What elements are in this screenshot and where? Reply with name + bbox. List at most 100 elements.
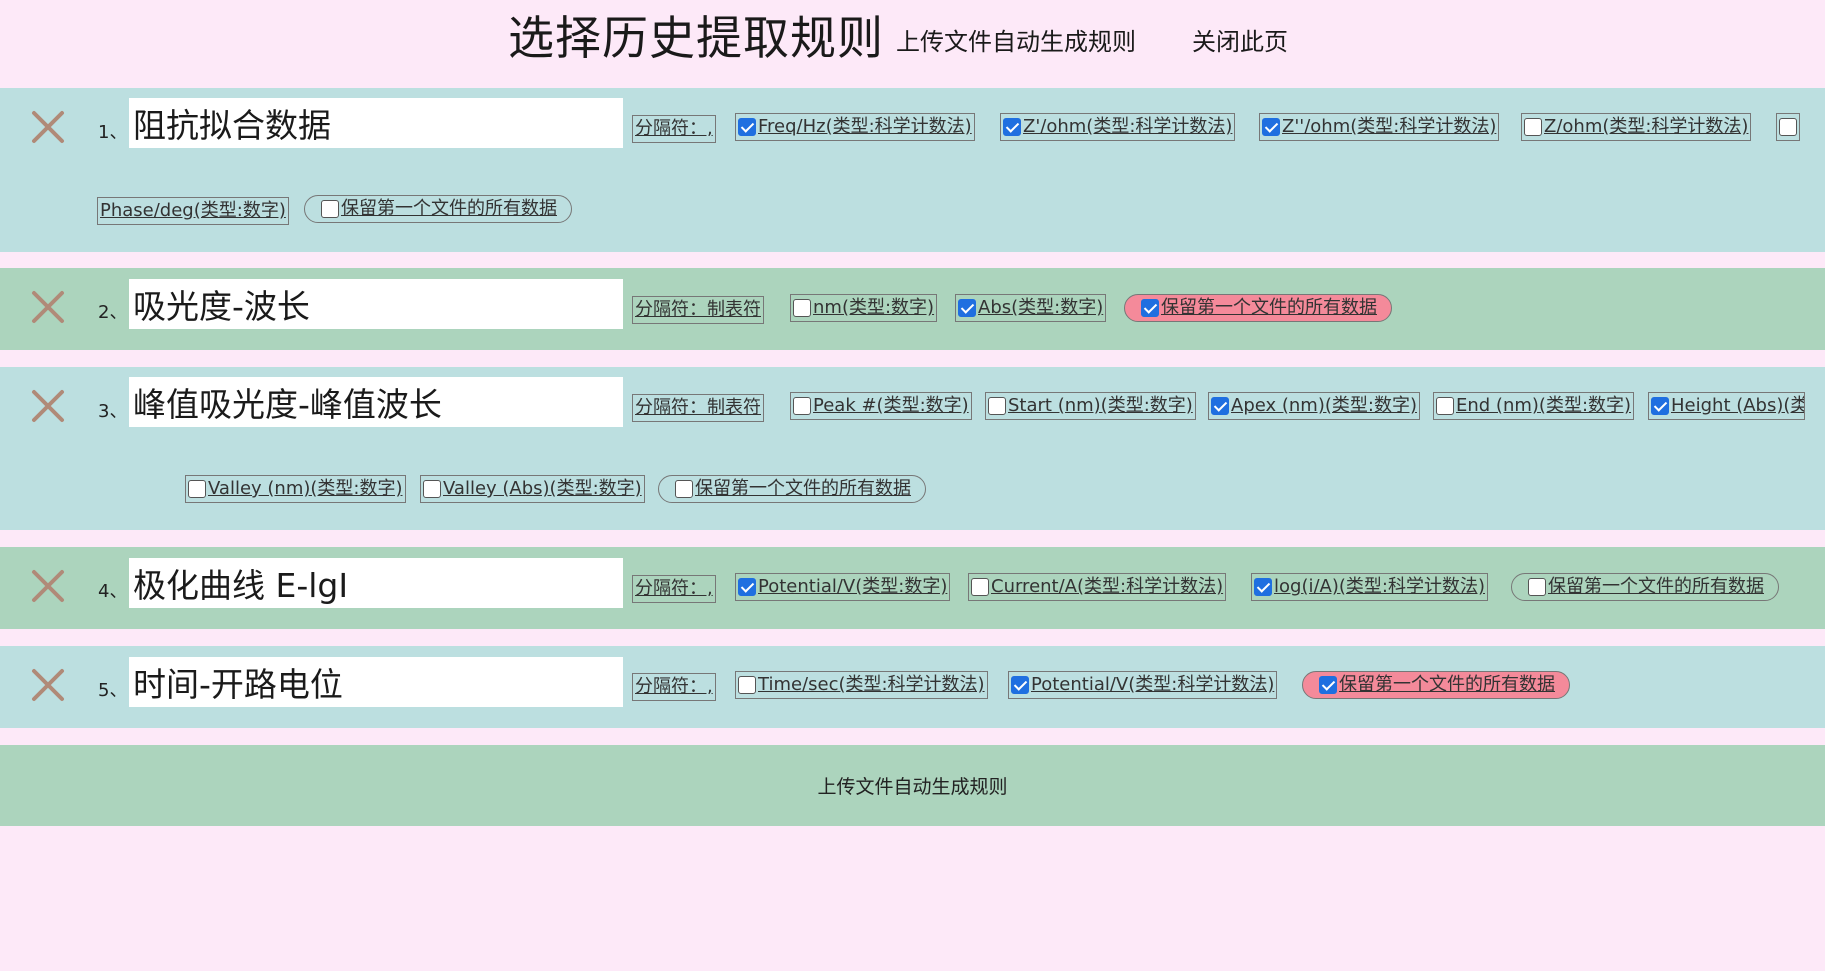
field-chip[interactable]: Z'/ohm(类型:科学计数法) [1000,113,1236,141]
checkbox[interactable] [1011,676,1029,694]
upload-auto-rule-label: 上传文件自动生成规则 [817,776,1008,798]
separator-label: 分隔符：, [635,118,713,139]
field-chip[interactable]: Current/A(类型:科学计数法) [968,573,1227,601]
rule-name-input[interactable] [129,558,623,608]
delete-rule-button[interactable] [30,667,66,703]
checkbox[interactable] [1003,118,1021,136]
field-label: Potential/V(类型:数字) [758,576,948,597]
separator-chip[interactable]: 分隔符：, [632,115,716,143]
keep-label: 保留第一个文件的所有数据 [341,198,557,219]
field-label: Valley (Abs)(类型:数字) [443,478,642,499]
field-chip[interactable]: Z/ohm(类型:科学计数法) [1521,113,1752,141]
field-chip[interactable]: Peak #(类型:数字) [790,392,972,420]
field-label: nm(类型:数字) [813,297,935,318]
checkbox[interactable] [1254,578,1272,596]
rule-number: 4、 [98,581,128,602]
field-chip[interactable]: Valley (Abs)(类型:数字) [420,475,645,503]
close-x-icon [32,291,64,323]
upload-auto-rule-button[interactable]: 上传文件自动生成规则 [0,745,1825,826]
page-title: 选择历史提取规则 [508,11,884,65]
rule-row-1: 1、 分隔符：, Freq/Hz(类型:科学计数法) Z'/ohm(类型:科学计… [0,88,1825,252]
separator-chip[interactable]: 分隔符：, [632,575,716,603]
keep-label: 保留第一个文件的所有数据 [695,478,911,499]
rule-name-input[interactable] [129,657,623,707]
checkbox[interactable] [1319,676,1337,694]
rule-name-input[interactable] [129,98,623,148]
close-x-icon [32,570,64,602]
checkbox[interactable] [1651,397,1669,415]
checkbox[interactable] [738,578,756,596]
checkbox[interactable] [423,480,441,498]
checkbox[interactable] [738,676,756,694]
close-page-link[interactable]: 关闭此页 [1192,26,1288,58]
keep-first-file-toggle[interactable]: 保留第一个文件的所有数据 [304,195,572,223]
rule-name-input[interactable] [129,279,623,329]
checkbox[interactable] [321,200,339,218]
keep-first-file-toggle[interactable]: 保留第一个文件的所有数据 [1511,573,1779,601]
delete-rule-button[interactable] [30,109,66,145]
checkbox[interactable] [1779,118,1797,136]
delete-rule-button[interactable] [30,388,66,424]
field-chip[interactable]: Abs(类型:数字) [955,294,1107,322]
field-chip[interactable]: Valley (nm)(类型:数字) [185,475,406,503]
keep-first-file-toggle[interactable]: 保留第一个文件的所有数据 [658,475,926,503]
field-chip[interactable]: Potential/V(类型:数字) [735,573,951,601]
checkbox[interactable] [675,480,693,498]
field-label: Height (Abs)(类型:数字) [1671,395,1804,416]
field-chip[interactable]: Potential/V(类型:科学计数法) [1008,671,1278,699]
separator-chip[interactable]: 分隔符：, [632,673,716,701]
delete-rule-button[interactable] [30,289,66,325]
field-chip[interactable]: Z''/ohm(类型:科学计数法) [1259,113,1500,141]
checkbox[interactable] [793,397,811,415]
checkbox[interactable] [1141,299,1159,317]
field-label: Peak #(类型:数字) [813,395,969,416]
checkbox[interactable] [1262,118,1280,136]
field-chip[interactable]: Time/sec(类型:科学计数法) [735,671,988,699]
rule-number: 2、 [98,302,128,323]
separator-label: 分隔符：, [635,676,713,697]
separator-label: 分隔符：制表符 [635,299,761,320]
field-chip[interactable]: End (nm)(类型:数字) [1433,392,1635,420]
field-chip[interactable]: Phase/deg(类型:数字) [97,197,289,225]
checkbox[interactable] [738,118,756,136]
checkbox[interactable] [188,480,206,498]
field-label: Z''/ohm(类型:科学计数法) [1282,116,1497,137]
separator-label: 分隔符：制表符 [635,397,761,418]
checkbox[interactable] [1528,578,1546,596]
checkbox[interactable] [1524,118,1542,136]
field-label: Abs(类型:数字) [978,297,1104,318]
header: 选择历史提取规则 上传文件自动生成规则 关闭此页 [0,0,1825,88]
rule-row-2: 2、 分隔符：制表符 nm(类型:数字) Abs(类型:数字) 保留第一个文件的… [0,268,1825,350]
keep-first-file-toggle[interactable]: 保留第一个文件的所有数据 [1124,294,1392,322]
field-chip[interactable]: Freq/Hz(类型:科学计数法) [735,113,975,141]
checkbox[interactable] [1436,397,1454,415]
field-label: Z'/ohm(类型:科学计数法) [1023,116,1233,137]
checkbox[interactable] [793,299,811,317]
rule-row-3: 3、 分隔符：制表符 Peak #(类型:数字) Start (nm)(类型:数… [0,367,1825,530]
checkbox[interactable] [1211,397,1229,415]
field-chip[interactable]: nm(类型:数字) [790,294,938,322]
rule-row-5: 5、 分隔符：, Time/sec(类型:科学计数法) Potential/V(… [0,646,1825,728]
field-chip[interactable]: Start (nm)(类型:数字) [985,392,1196,420]
keep-label: 保留第一个文件的所有数据 [1548,576,1764,597]
field-label: Potential/V(类型:科学计数法) [1031,674,1275,695]
field-label: Current/A(类型:科学计数法) [991,576,1224,597]
close-x-icon [32,390,64,422]
separator-chip[interactable]: 分隔符：制表符 [632,394,764,422]
keep-label: 保留第一个文件的所有数据 [1161,297,1377,318]
delete-rule-button[interactable] [30,568,66,604]
field-chip[interactable]: Apex (nm)(类型:数字) [1208,392,1420,420]
rule-name-input[interactable] [129,377,623,427]
field-label: End (nm)(类型:数字) [1456,395,1632,416]
upload-auto-rule-link[interactable]: 上传文件自动生成规则 [896,26,1136,58]
field-chip[interactable]: Height (Abs)(类型:数字) [1648,392,1805,420]
field-chip[interactable]: log(i/A)(类型:科学计数法) [1251,573,1488,601]
field-label: Start (nm)(类型:数字) [1008,395,1193,416]
checkbox[interactable] [988,397,1006,415]
checkbox[interactable] [971,578,989,596]
field-chip-start[interactable] [1776,113,1800,141]
rule-number: 5、 [98,680,128,701]
checkbox[interactable] [958,299,976,317]
separator-chip[interactable]: 分隔符：制表符 [632,296,764,324]
keep-first-file-toggle[interactable]: 保留第一个文件的所有数据 [1302,671,1570,699]
